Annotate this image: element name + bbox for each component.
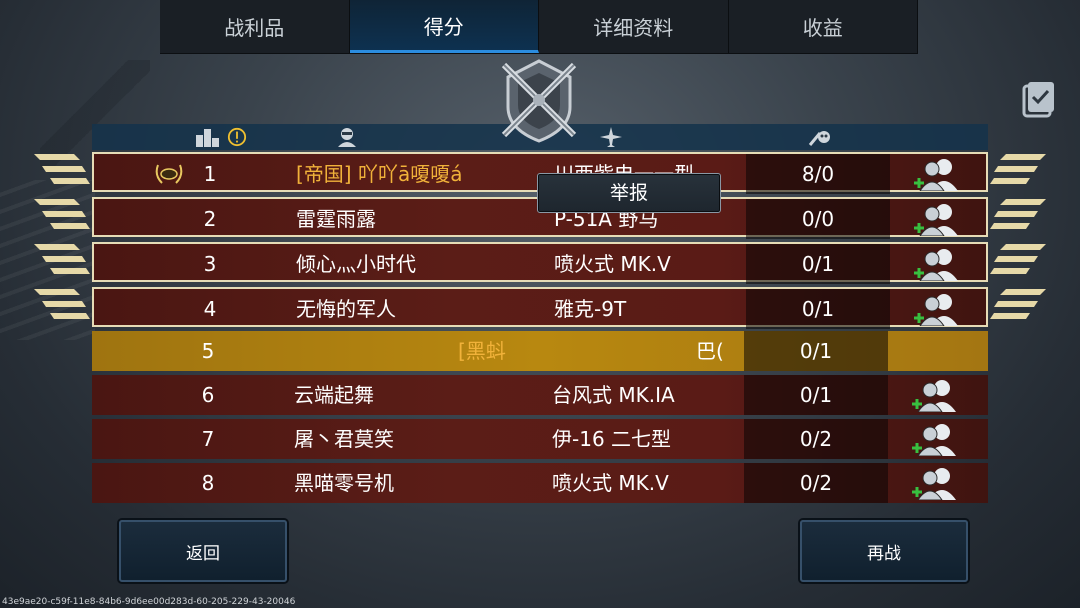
row-rank: 8 xyxy=(201,471,215,495)
row-score: 0/2 xyxy=(799,471,833,495)
add-friend-icon[interactable] xyxy=(910,378,964,412)
scoreboard-row[interactable]: 7 屠丶君莫笑 伊-16 二七型 0/2 xyxy=(92,419,988,459)
row-player-name: 云端起舞 xyxy=(294,383,374,407)
row-plane: 伊-16 二七型 xyxy=(552,427,672,451)
row-score: 0/1 xyxy=(801,252,835,276)
tab-bar: 战利品 得分 详细资料 收益 xyxy=(160,0,918,54)
row-player-name: 黑喵零号机 xyxy=(294,471,394,495)
scoreboard-row[interactable]: 8 黑喵零号机 喷火式 MK.V 0/2 xyxy=(92,463,988,503)
scoreboard-row[interactable]: 4 无悔的军人 雅克-9T 0/1 xyxy=(92,287,988,329)
row-player-name: 倾心灬小时代 xyxy=(296,252,416,276)
back-button[interactable]: 返回 xyxy=(119,520,287,582)
clipboard-icon[interactable] xyxy=(1022,80,1054,118)
add-friend-icon[interactable] xyxy=(912,202,966,236)
rematch-button[interactable]: 再战 xyxy=(800,520,968,582)
row-plane: 巴( xyxy=(696,339,724,363)
row-player-name: 屠丶君莫笑 xyxy=(294,427,394,451)
row-player-name: 雷霆雨露 xyxy=(296,207,376,231)
tab-loot[interactable]: 战利品 xyxy=(160,0,350,53)
crossed-swords-emblem-icon xyxy=(501,59,577,143)
row-rank: 7 xyxy=(201,427,215,451)
row-score: 0/1 xyxy=(799,339,833,363)
row-rank: 4 xyxy=(203,297,217,321)
chevron-rank-right-icon xyxy=(990,289,1046,319)
row-plane: 喷火式 MK.V xyxy=(554,252,671,276)
row-score: 0/1 xyxy=(801,297,835,321)
tab-score[interactable]: 得分 xyxy=(349,0,539,53)
add-friend-icon[interactable] xyxy=(912,292,966,326)
scoreboard-row[interactable]: 3 倾心灬小时代 喷火式 MK.V 0/1 xyxy=(92,242,988,284)
chevron-rank-left-icon xyxy=(34,289,90,319)
row-plane: 台风式 MK.IA xyxy=(552,383,675,407)
row-score: 8/0 xyxy=(801,162,835,186)
kill-icon xyxy=(808,131,830,146)
row-score: 0/1 xyxy=(799,383,833,407)
report-button[interactable]: 举报 xyxy=(537,173,721,213)
chevron-rank-right-icon xyxy=(990,244,1046,274)
session-id-text: 43e9ae20-c59f-11e8-84b6-9d6ee00d283d-60-… xyxy=(2,597,296,607)
chevron-rank-right-icon xyxy=(990,199,1046,229)
row-plane: 雅克-9T xyxy=(554,297,627,321)
scoreboard-row[interactable]: 6 云端起舞 台风式 MK.IA 0/1 xyxy=(92,375,988,415)
row-rank: 5 xyxy=(201,339,215,363)
add-friend-icon[interactable] xyxy=(910,466,964,500)
chevron-rank-left-icon xyxy=(34,199,90,229)
row-rank: 1 xyxy=(203,162,217,186)
row-rank: 6 xyxy=(201,383,215,407)
laurel-wreath-icon xyxy=(155,164,183,184)
add-friend-icon[interactable] xyxy=(912,157,966,191)
scoreboard-row-self[interactable]: 5 [黑蚪 巴( 0/1 xyxy=(92,331,988,371)
row-player-name: [帝国] 吖吖ā嗄嗄á xyxy=(296,162,463,186)
row-plane: 喷火式 MK.V xyxy=(552,471,669,495)
row-player-name: [黑蚪 xyxy=(458,339,506,363)
tab-details[interactable]: 详细资料 xyxy=(539,0,729,53)
pilot-icon xyxy=(338,128,356,147)
row-score: 0/2 xyxy=(799,427,833,451)
row-rank: 3 xyxy=(203,252,217,276)
podium-icon xyxy=(196,129,219,147)
chevron-rank-left-icon xyxy=(34,154,90,184)
plane-icon xyxy=(600,127,622,147)
tab-earnings[interactable]: 收益 xyxy=(729,0,918,53)
row-score: 0/0 xyxy=(801,207,835,231)
chevron-rank-right-icon xyxy=(990,154,1046,184)
row-player-name: 无悔的军人 xyxy=(296,297,396,321)
add-friend-icon[interactable] xyxy=(910,422,964,456)
add-friend-icon[interactable] xyxy=(912,247,966,281)
chevron-rank-left-icon xyxy=(34,244,90,274)
row-rank: 2 xyxy=(203,207,217,231)
info-icon[interactable] xyxy=(226,127,248,147)
